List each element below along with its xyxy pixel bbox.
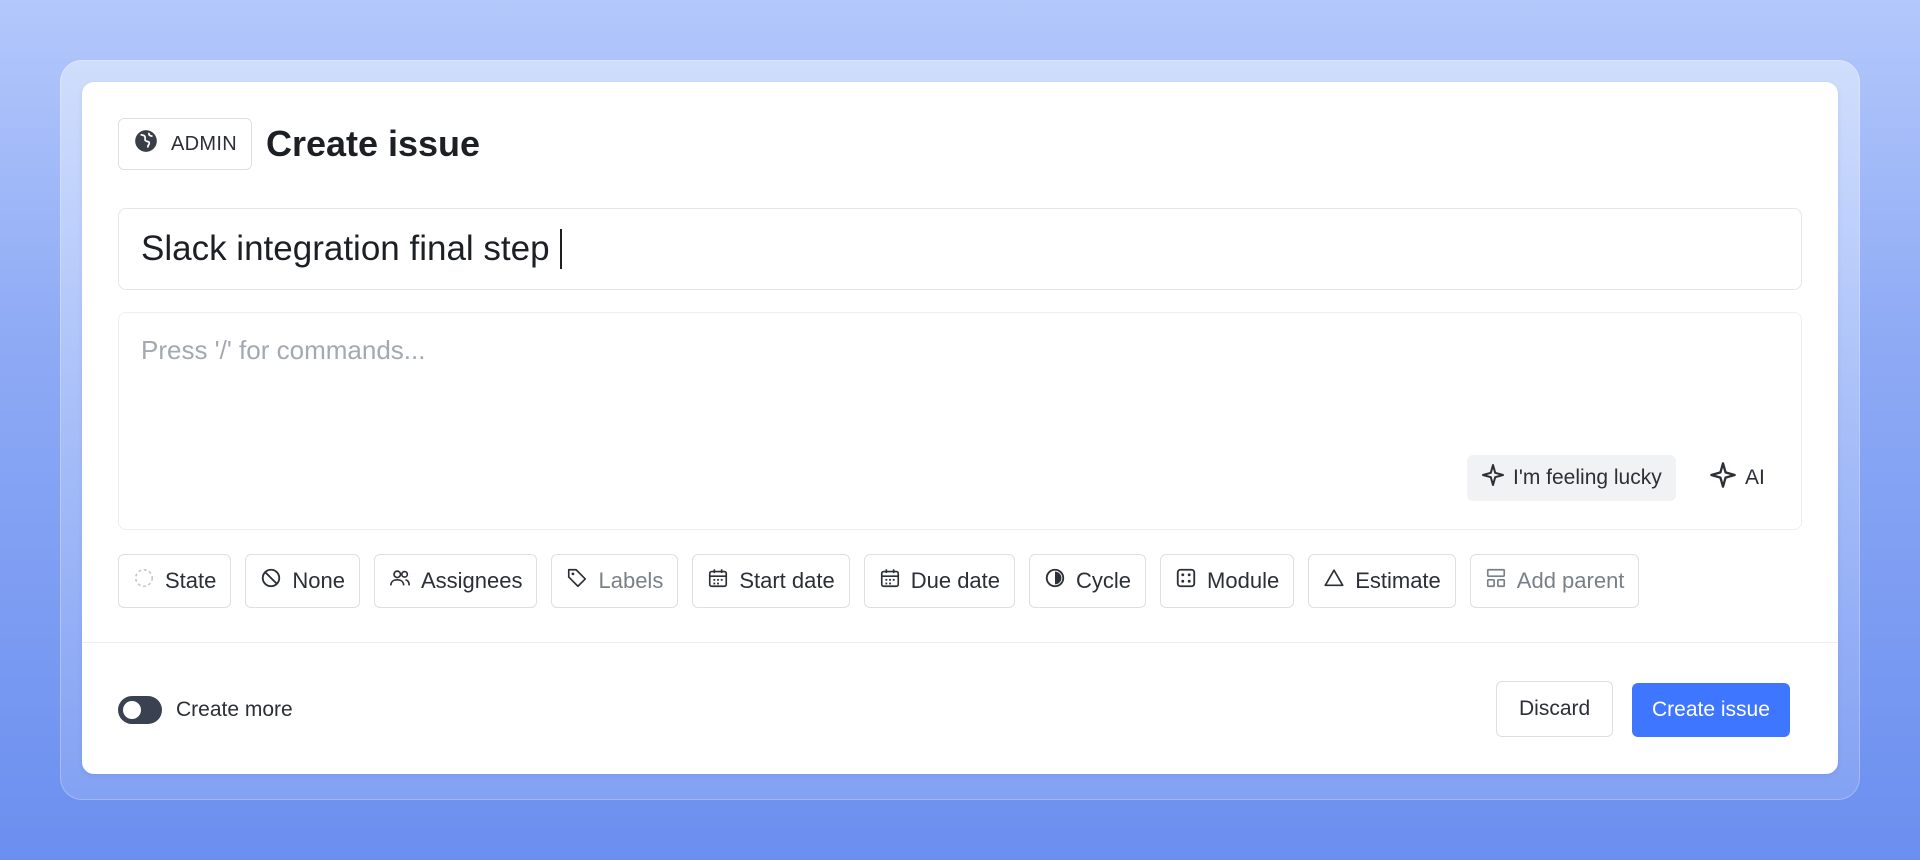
cycle-dropdown[interactable]: Cycle bbox=[1029, 554, 1147, 608]
assignees-label: Assignees bbox=[420, 568, 523, 593]
project-selector[interactable]: ADMIN bbox=[118, 118, 252, 170]
module-dropdown[interactable]: Module bbox=[1160, 554, 1295, 608]
priority-none-icon bbox=[260, 567, 282, 595]
module-label: Module bbox=[1207, 568, 1280, 593]
issue-title-value: Slack integration final step bbox=[141, 229, 550, 268]
ai-button[interactable]: AI bbox=[1709, 455, 1765, 501]
create-issue-modal: ADMIN Create issue Slack integration fin… bbox=[82, 82, 1838, 774]
description-placeholder: Press '/' for commands... bbox=[141, 335, 426, 365]
estimate-label: Estimate bbox=[1355, 568, 1441, 593]
toggle-knob bbox=[123, 701, 141, 719]
feeling-lucky-label: I'm feeling lucky bbox=[1513, 466, 1662, 489]
create-more-toggle[interactable] bbox=[118, 696, 162, 724]
create-issue-button[interactable]: Create issue bbox=[1632, 683, 1790, 737]
project-label: ADMIN bbox=[171, 132, 237, 155]
modal-header: ADMIN Create issue bbox=[118, 118, 480, 170]
modal-title: Create issue bbox=[265, 123, 481, 164]
due-date-picker[interactable]: Due date bbox=[863, 554, 1016, 608]
priority-label: None bbox=[292, 568, 345, 593]
ai-label: AI bbox=[1745, 466, 1765, 489]
add-parent-label: Add parent bbox=[1516, 568, 1625, 593]
state-dropdown[interactable]: State bbox=[118, 554, 232, 608]
add-parent-button[interactable]: Add parent bbox=[1469, 554, 1640, 608]
globe-icon bbox=[133, 128, 159, 160]
users-icon bbox=[389, 567, 411, 595]
sparkle-icon bbox=[1481, 463, 1505, 493]
contrast-icon bbox=[1044, 567, 1066, 595]
footer-divider bbox=[82, 642, 1838, 643]
create-more-control: Create more bbox=[118, 696, 293, 724]
labels-label: Labels bbox=[598, 568, 664, 593]
state-dashed-circle-icon bbox=[133, 567, 155, 595]
cycle-label: Cycle bbox=[1076, 568, 1132, 593]
feeling-lucky-button[interactable]: I'm feeling lucky bbox=[1467, 455, 1676, 501]
discard-button[interactable]: Discard bbox=[1496, 681, 1614, 737]
sparkle-icon bbox=[1709, 461, 1737, 495]
issue-properties-bar: State None Assignees Labels Start date D… bbox=[118, 554, 1640, 608]
due-date-label: Due date bbox=[910, 568, 1001, 593]
triangle-icon bbox=[1323, 567, 1345, 595]
calendar-icon bbox=[707, 567, 729, 595]
start-date-label: Start date bbox=[739, 568, 835, 593]
description-editor[interactable]: Press '/' for commands... I'm feeling lu… bbox=[118, 312, 1802, 530]
estimate-dropdown[interactable]: Estimate bbox=[1308, 554, 1456, 608]
calendar-icon bbox=[879, 567, 901, 595]
tag-icon bbox=[566, 567, 588, 595]
state-label: State bbox=[165, 568, 217, 593]
module-icon bbox=[1175, 567, 1197, 595]
assignees-dropdown[interactable]: Assignees bbox=[373, 554, 538, 608]
create-more-label: Create more bbox=[176, 698, 293, 721]
priority-dropdown[interactable]: None bbox=[245, 554, 360, 608]
layout-icon bbox=[1485, 567, 1507, 595]
labels-dropdown[interactable]: Labels bbox=[551, 554, 679, 608]
text-caret bbox=[559, 229, 562, 269]
start-date-picker[interactable]: Start date bbox=[692, 554, 850, 608]
issue-title-input[interactable]: Slack integration final step bbox=[118, 208, 1802, 290]
